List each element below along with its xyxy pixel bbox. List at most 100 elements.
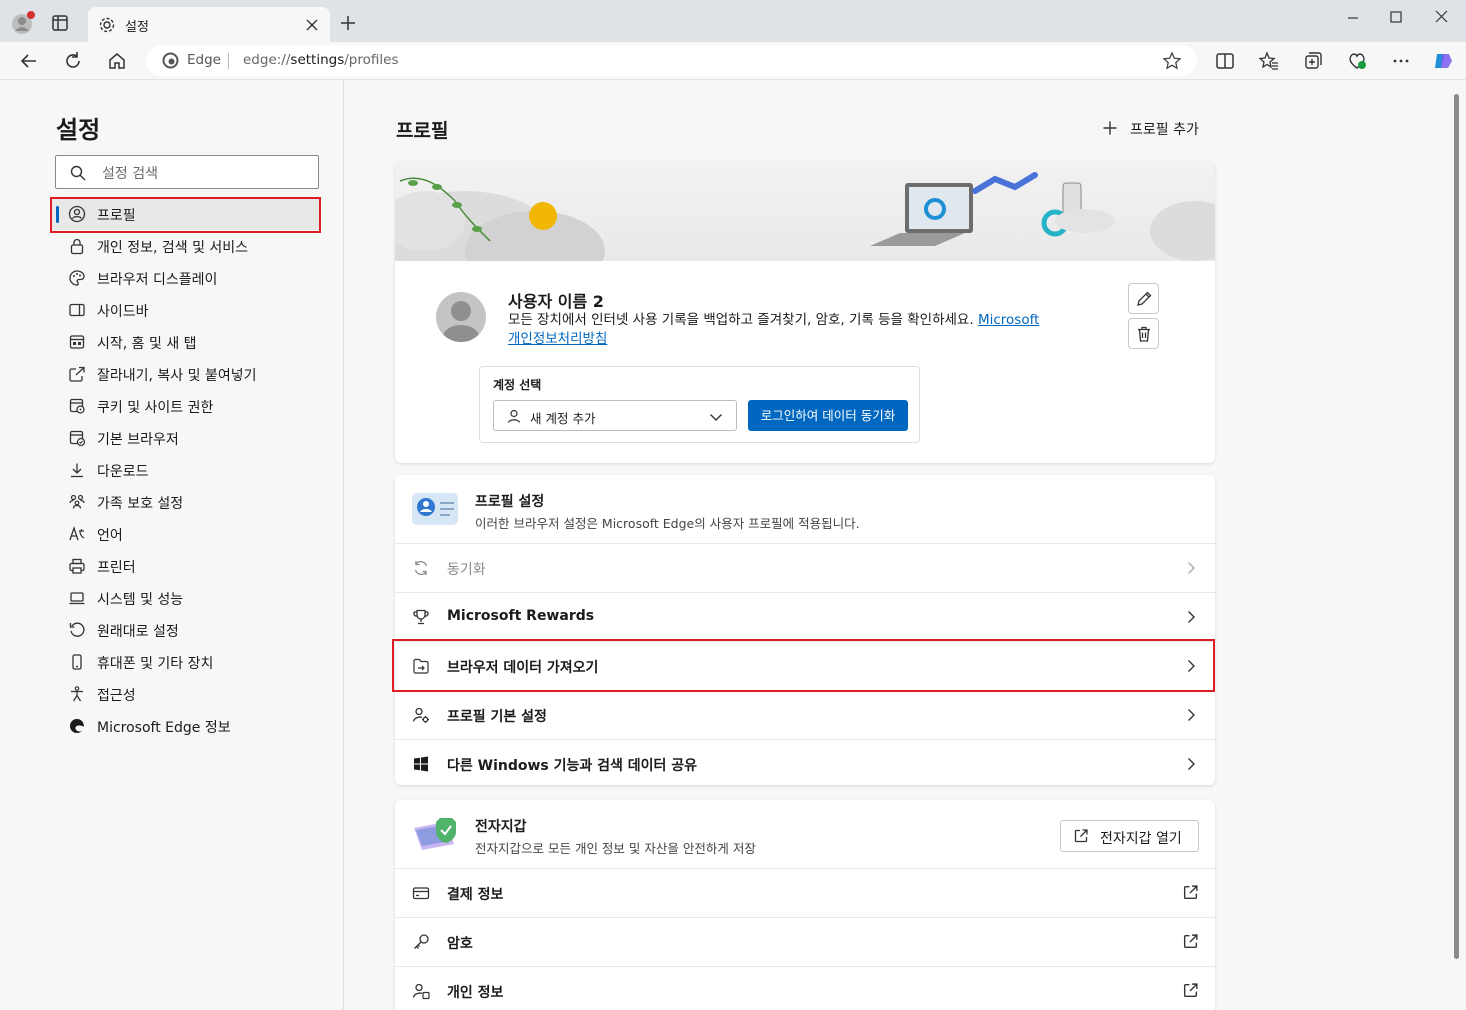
title-bar: 설정 [0,0,1466,42]
chevron-right-icon [1183,609,1199,625]
profile-description-text: 모든 장치에서 인터넷 사용 기록을 백업하고 즐겨찾기, 암호, 기록 등을 … [508,312,974,328]
delete-profile-button[interactable] [1128,318,1159,349]
collections-icon[interactable] [1302,50,1324,72]
favorite-star-icon[interactable] [1162,51,1182,71]
sidebar-item-system[interactable]: 시스템 및 성능 [52,582,320,614]
share-icon [68,365,86,383]
personal-info-icon [412,982,430,1000]
privacy-policy-link-line1[interactable]: Microsoft [978,312,1039,328]
sidebar-item-printers[interactable]: 프린터 [52,550,320,582]
wallet-header: 전자지갑 전자지갑으로 모든 개인 정보 및 자산을 안전하게 저장 전자지갑 … [395,800,1215,868]
settings-row-windows-share[interactable]: 다른 Windows 기능과 검색 데이터 공유 [395,739,1215,785]
sidebar-item-accessibility[interactable]: 접근성 [52,678,320,710]
edit-profile-button[interactable] [1128,283,1159,314]
sidebar-item-reset[interactable]: 원래대로 설정 [52,614,320,646]
sidebar-item-label: 사이드바 [97,304,149,320]
wallet-row-payment[interactable]: 결제 정보 [395,868,1215,917]
close-tab-icon[interactable] [304,17,320,33]
wallet-row-label: 개인 정보 [447,985,504,1001]
sidebar-item-label: Microsoft Edge 정보 [97,720,231,736]
chevron-right-icon [1183,707,1199,723]
edge-icon [162,52,179,69]
maximize-icon[interactable] [1384,6,1408,30]
sidebar-item-cookies[interactable]: 쿠키 및 사이트 권한 [52,390,320,422]
tab-actions-icon[interactable] [50,13,70,33]
more-options-icon[interactable] [1390,50,1412,72]
cookie-icon [68,397,86,415]
wallet-row-personal-info[interactable]: 개인 정보 [395,966,1215,1010]
sidebar-item-about-edge[interactable]: Microsoft Edge 정보 [52,710,320,742]
profile-settings-header: 프로필 설정 이러한 브라우저 설정은 Microsoft Edge의 사용자 … [395,475,1215,543]
sidebar-icon [68,301,86,319]
wallet-row-label: 암호 [447,936,473,952]
settings-row-sync[interactable]: 동기화 [395,543,1215,592]
profile-avatar-icon[interactable] [10,10,36,36]
url-suffix: /profiles [344,52,399,68]
sidebar-item-privacy[interactable]: 개인 정보, 검색 및 서비스 [52,230,320,262]
sidebar-item-sidebar[interactable]: 사이드바 [52,294,320,326]
open-wallet-button[interactable]: 전자지갑 열기 [1060,820,1199,852]
sidebar-item-default-browser[interactable]: 기본 브라우저 [52,422,320,454]
favorites-icon[interactable] [1258,50,1280,72]
close-window-icon[interactable] [1430,6,1454,30]
refresh-icon[interactable] [62,50,84,72]
url-prefix: edge:// [243,52,291,68]
phone-icon [68,653,86,671]
profile-description: 모든 장치에서 인터넷 사용 기록을 백업하고 즐겨찾기, 암호, 기록 등을 … [508,311,1108,349]
sidebar-item-start-home[interactable]: 시작, 홈 및 새 탭 [52,326,320,358]
palette-icon [68,269,86,287]
sidebar-item-label: 시작, 홈 및 새 탭 [97,336,197,352]
settings-row-rewards[interactable]: Microsoft Rewards [395,592,1215,641]
settings-row-label: 다른 Windows 기능과 검색 데이터 공유 [447,758,698,774]
gear-icon [98,16,116,34]
tab-title: 설정 [125,20,149,35]
account-label: 계정 선택 [493,378,542,392]
open-external-icon [1182,884,1199,901]
profile-settings-subtitle: 이러한 브라우저 설정은 Microsoft Edge의 사용자 프로필에 적용… [475,516,860,531]
wallet-subtitle: 전자지갑으로 모든 개인 정보 및 자산을 안전하게 저장 [475,841,756,856]
back-icon[interactable] [18,50,40,72]
lock-icon [68,237,86,255]
person-icon [506,408,522,424]
split-screen-icon[interactable] [1214,50,1236,72]
minimize-icon[interactable] [1340,8,1366,28]
home-icon[interactable] [106,50,128,72]
settings-search-input[interactable]: 설정 검색 [55,155,319,189]
reset-icon [68,621,86,639]
download-icon [68,461,86,479]
account-dropdown-value: 새 계정 추가 [530,411,596,426]
sidebar-item-label: 원래대로 설정 [97,624,179,640]
copilot-icon[interactable] [1432,50,1454,72]
chevron-right-icon [1183,560,1199,576]
sidebar-item-languages[interactable]: 언어 [52,518,320,550]
sidebar-item-appearance[interactable]: 브라우저 디스플레이 [52,262,320,294]
wallet-title: 전자지갑 [475,819,527,835]
search-placeholder: 설정 검색 [102,166,158,182]
open-wallet-label: 전자지갑 열기 [1100,831,1182,847]
search-icon [70,165,86,181]
trash-icon [1138,326,1150,342]
sidebar-item-label: 기본 브라우저 [97,432,179,448]
page-scrollbar[interactable] [1452,80,1462,960]
sidebar-item-share-copy-paste[interactable]: 잘라내기, 복사 및 붙여넣기 [52,358,320,390]
account-dropdown[interactable]: 새 계정 추가 [493,400,737,431]
open-external-icon [1182,982,1199,999]
sign-in-sync-button[interactable]: 로그인하여 데이터 동기화 [748,400,908,431]
sidebar-item-phone[interactable]: 휴대폰 및 기타 장치 [52,646,320,678]
sidebar-item-label: 개인 정보, 검색 및 서비스 [97,240,249,256]
printer-icon [68,557,86,575]
tab-settings[interactable]: 설정 [88,7,330,42]
key-icon [412,933,430,951]
highlight-box-import-data [392,639,1215,692]
wallet-row-passwords[interactable]: 암호 [395,917,1215,966]
sidebar-item-downloads[interactable]: 다운로드 [52,454,320,486]
profile-banner-image [395,161,1215,291]
privacy-policy-link-line2[interactable]: 개인정보처리방침 [508,331,607,347]
sidebar-item-family[interactable]: 가족 보호 설정 [52,486,320,518]
profile-settings-icon [412,706,430,724]
scrollbar-thumb[interactable] [1454,94,1459,959]
address-bar[interactable]: Edge edge://settings/profiles [146,45,1197,76]
settings-row-profile-preferences[interactable]: 프로필 기본 설정 [395,690,1215,739]
new-tab-icon[interactable] [338,13,358,33]
browser-essentials-icon[interactable] [1346,50,1368,72]
